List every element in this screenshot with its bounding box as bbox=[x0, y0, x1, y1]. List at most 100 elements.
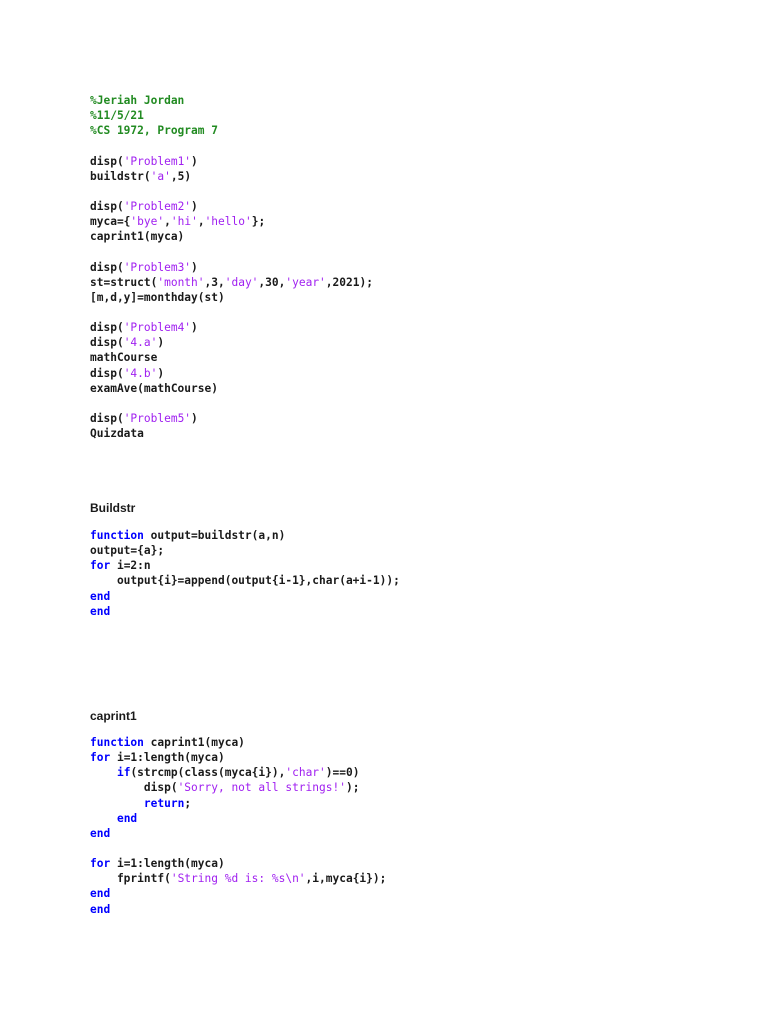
code-token-string: 'char' bbox=[285, 766, 326, 780]
code-token-plain: disp( bbox=[90, 781, 178, 795]
code-token-plain: output=buildstr(a,n) bbox=[143, 529, 286, 542]
code-token-keyword: end bbox=[90, 826, 111, 840]
code-token-plain: buildstr( bbox=[90, 169, 151, 183]
code-line: disp('Problem1') bbox=[90, 154, 373, 169]
code-token-plain: , bbox=[164, 215, 171, 229]
buildstr-function-code: function output=buildstr(a,n) output={a};… bbox=[90, 528, 400, 619]
code-line: [m,d,y]=monthday(st) bbox=[90, 290, 373, 305]
code-token-string: 'month' bbox=[157, 275, 205, 289]
code-line: %Jeriah Jordan bbox=[90, 93, 373, 108]
code-token-comment: %11/5/21 bbox=[90, 109, 144, 123]
code-token-string: '4.b' bbox=[123, 366, 158, 380]
code-line: fprintf('String %d is: %s\n',i,myca{i}); bbox=[90, 871, 386, 886]
code-token-plain: ,i,myca{i}); bbox=[305, 872, 387, 886]
code-token-plain: ) bbox=[191, 321, 198, 335]
code-line: end bbox=[90, 886, 386, 901]
code-line: end bbox=[90, 604, 400, 619]
code-line: disp('Problem2') bbox=[90, 199, 373, 214]
code-token-plain: }; bbox=[251, 215, 266, 229]
code-line: for i=2:n bbox=[90, 558, 400, 573]
code-token-plain: mathCourse bbox=[90, 351, 158, 365]
code-line: disp('Problem3') bbox=[90, 260, 373, 275]
code-line: if(strcmp(class(myca{i}),'char')==0) bbox=[90, 765, 386, 780]
code-token-plain: i=1:length(myca) bbox=[110, 751, 225, 765]
code-line: for i=1:length(myca) bbox=[90, 750, 386, 765]
code-token-plain: disp( bbox=[90, 321, 124, 335]
code-token-keyword: for bbox=[90, 751, 111, 765]
code-token-plain: ) bbox=[191, 260, 198, 274]
code-line: disp('4.b') bbox=[90, 366, 373, 381]
code-token-plain: examAve(mathCourse) bbox=[90, 381, 218, 395]
code-token-keyword: end bbox=[116, 811, 138, 825]
code-line: buildstr('a',5) bbox=[90, 169, 373, 184]
code-token-string: 'Sorry, not all strings!' bbox=[177, 781, 346, 795]
code-token-plain: output={a}; bbox=[90, 544, 165, 558]
code-token-plain: disp( bbox=[90, 366, 124, 380]
code-token-plain: disp( bbox=[90, 199, 124, 213]
code-token-keyword: function bbox=[90, 529, 144, 542]
code-token-string: 'Problem1' bbox=[123, 154, 192, 168]
code-token-string: 'bye' bbox=[130, 215, 165, 229]
code-token-plain: ; bbox=[184, 796, 192, 810]
code-token-plain: ); bbox=[345, 781, 360, 795]
code-token-keyword: end bbox=[90, 604, 111, 618]
caprint1-heading: caprint1 bbox=[90, 709, 137, 723]
code-token-keyword: if bbox=[116, 766, 131, 780]
code-line: st=struct('month',3,'day',30,'year',2021… bbox=[90, 275, 373, 290]
code-line: disp('Problem5') bbox=[90, 411, 373, 426]
code-token-string: 'hi' bbox=[170, 215, 198, 229]
code-token-plain: disp( bbox=[90, 260, 124, 274]
code-token-plain: Quizdata bbox=[90, 427, 144, 441]
code-line: Quizdata bbox=[90, 426, 373, 441]
code-token-keyword: for bbox=[90, 857, 111, 871]
code-token-plain: caprint1(myca) bbox=[90, 230, 185, 244]
code-token-plain: i=1:length(myca) bbox=[110, 857, 225, 871]
code-token-string: 'year' bbox=[285, 275, 326, 289]
main-script-code: %Jeriah Jordan %11/5/21 %CS 1972, Program … bbox=[90, 93, 373, 441]
code-token-string: '4.a' bbox=[123, 336, 158, 350]
code-token-keyword: for bbox=[90, 559, 111, 573]
code-token-string: 'String %d is: %s\n' bbox=[170, 872, 306, 886]
code-line: myca={'bye','hi','hello'}; bbox=[90, 214, 373, 229]
code-token-string: 'hello' bbox=[204, 215, 252, 229]
code-token-plain: disp( bbox=[90, 411, 124, 425]
code-line: caprint1(myca) bbox=[90, 229, 373, 244]
buildstr-heading: Buildstr bbox=[90, 501, 136, 515]
code-token-keyword: end bbox=[90, 887, 111, 901]
code-token-plain: ) bbox=[191, 199, 198, 213]
code-line: output{i}=append(output{i-1},char(a+i-1)… bbox=[90, 573, 400, 588]
code-token-plain: ) bbox=[191, 411, 198, 425]
code-token-plain: disp( bbox=[90, 336, 124, 350]
code-line: function output=buildstr(a,n) bbox=[90, 528, 400, 543]
code-token-plain: ) bbox=[157, 336, 165, 350]
code-token-comment: %CS 1972, Program 7 bbox=[90, 124, 218, 138]
code-token-plain: ) bbox=[157, 366, 165, 380]
code-token-comment: %Jeriah Jordan bbox=[90, 94, 185, 107]
code-token-keyword: function bbox=[90, 736, 144, 749]
code-line: disp('Problem4') bbox=[90, 320, 373, 335]
code-line: %CS 1972, Program 7 bbox=[90, 123, 373, 138]
code-line: mathCourse bbox=[90, 350, 373, 365]
code-line: examAve(mathCourse) bbox=[90, 381, 373, 396]
code-token-plain: )==0) bbox=[325, 766, 360, 780]
code-line: end bbox=[90, 902, 386, 917]
code-line: function caprint1(myca) bbox=[90, 735, 386, 750]
code-token-plain: caprint1(myca) bbox=[143, 736, 245, 749]
code-token-string: 'Problem2' bbox=[123, 199, 192, 213]
code-token-string: 'Problem4' bbox=[123, 321, 192, 335]
code-line: end bbox=[90, 589, 400, 604]
code-token-plain: st=struct( bbox=[90, 275, 158, 289]
code-token-plain: ,2021); bbox=[325, 275, 373, 289]
code-line: end bbox=[90, 826, 386, 841]
code-token-plain: output{i}=append(output{i-1},char(a+i-1)… bbox=[90, 574, 400, 588]
code-token-string: 'day' bbox=[224, 275, 259, 289]
code-token-plain: ,3, bbox=[204, 275, 225, 289]
code-line: for i=1:length(myca) bbox=[90, 856, 386, 871]
code-token-plain: ) bbox=[191, 154, 198, 168]
code-token-plain: ,30, bbox=[258, 275, 286, 289]
